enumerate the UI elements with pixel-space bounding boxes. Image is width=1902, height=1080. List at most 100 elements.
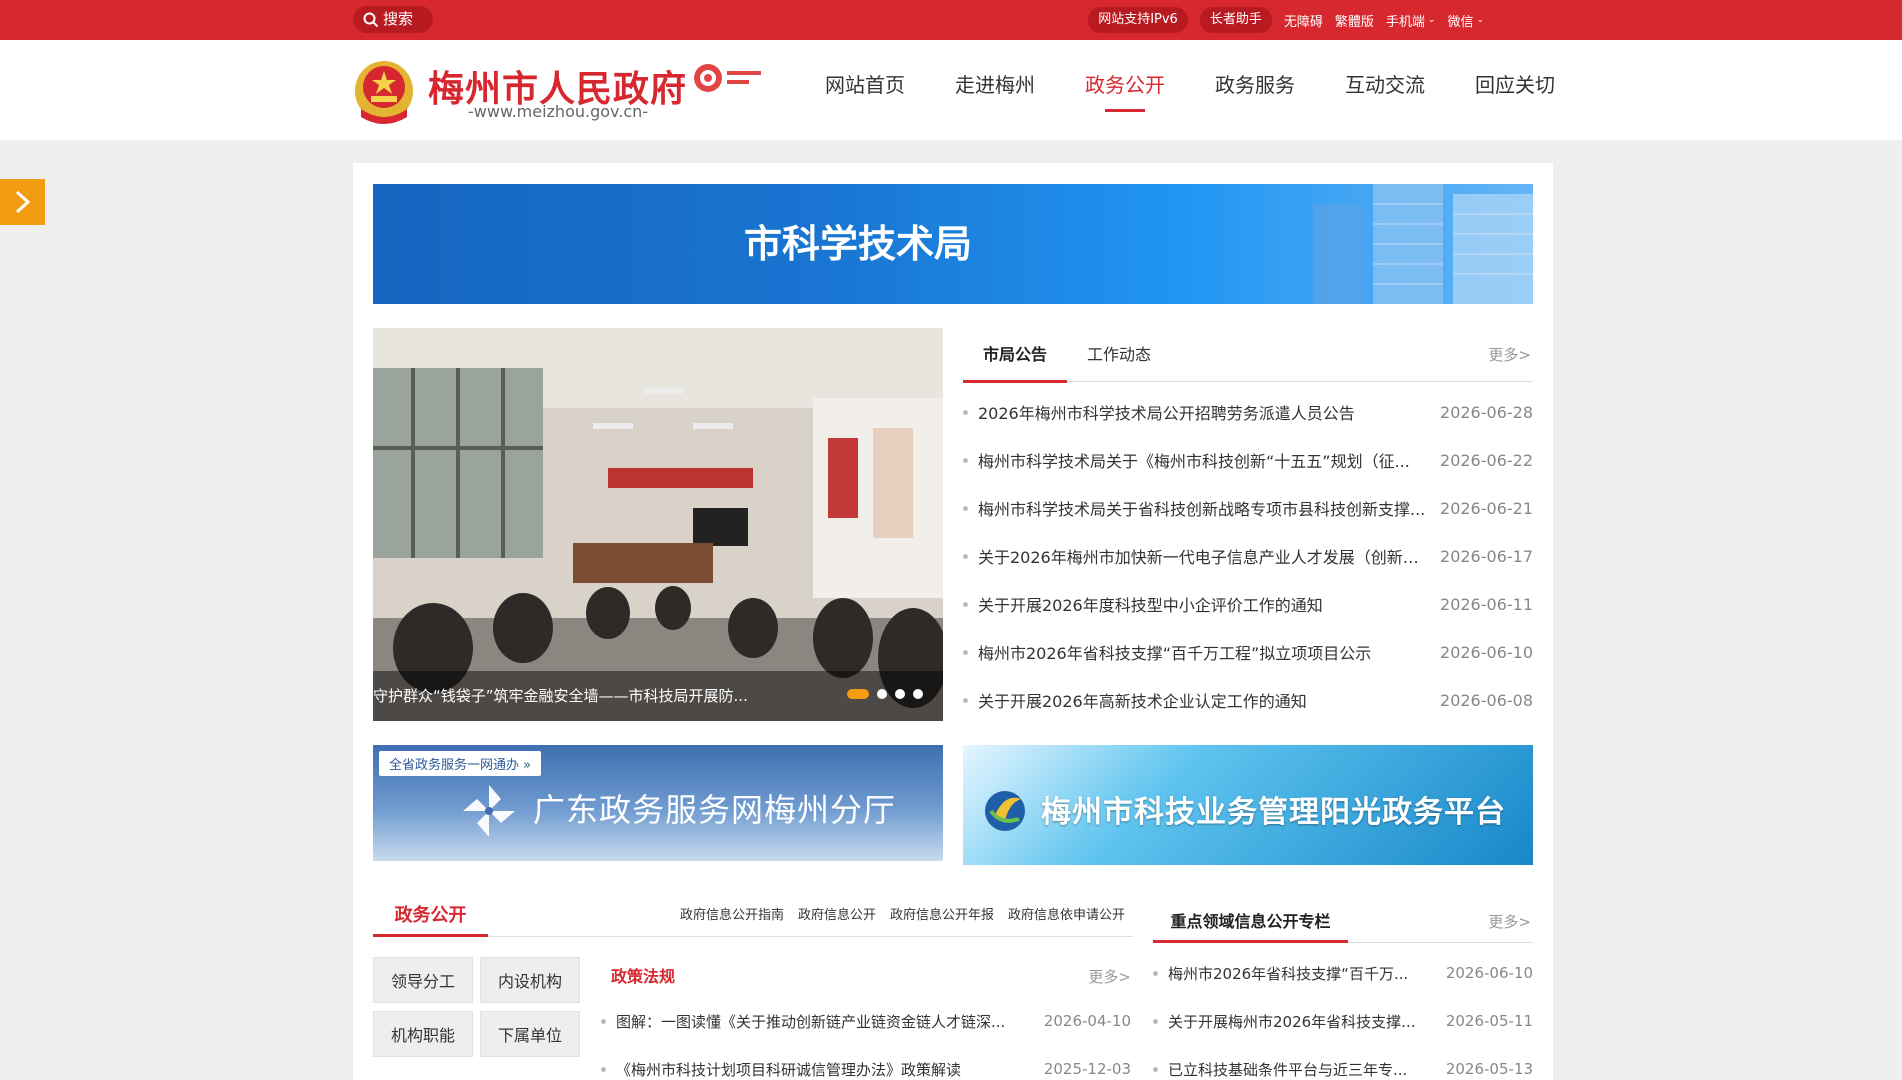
photo-carousel[interactable]: 守护群众“钱袋子”筑牢金融安全墙——市科技局开展防... <box>373 328 943 721</box>
list-item-date: 2026-04-10 <box>1043 1012 1131 1030</box>
functions-button[interactable]: 机构职能 <box>373 1011 473 1057</box>
nav-responses[interactable]: 回应关切 <box>1450 70 1580 116</box>
list-item-title[interactable]: 2026年梅州市科学技术局公开招聘劳务派遣人员公告 <box>978 400 1430 424</box>
bullet-icon <box>963 409 968 415</box>
gov-link-request[interactable]: 政府信息依申请公开 <box>1008 895 1125 937</box>
site-url: -www.meizhou.gov.cn- <box>468 102 649 121</box>
carousel-dot[interactable] <box>895 689 905 699</box>
gov-link-guide[interactable]: 政府信息公开指南 <box>680 895 784 937</box>
policy-list: 图解：一图读懂《关于推动创新链产业链资金链人才链深... 2026-04-10 《… <box>601 997 1131 1080</box>
mobile-dropdown[interactable]: 手机端 ⌄ <box>1386 11 1436 30</box>
meeting-room-photo <box>373 328 943 721</box>
gov-affairs-buttons: 领导分工 内设机构 机构职能 下属单位 <box>373 957 583 1057</box>
list-item-date: 2026-06-21 <box>1440 498 1533 518</box>
list-item-title[interactable]: 关于开展梅州市2026年省科技支撑... <box>1168 1011 1436 1032</box>
list-item-title[interactable]: 《梅州市科技计划项目科研诚信管理办法》政策解读 <box>616 1059 1034 1080</box>
chevron-down-icon: ⌄ <box>1476 15 1484 25</box>
elder-assistant-link[interactable]: 长者助手 <box>1199 7 1272 33</box>
carousel-dot[interactable] <box>847 689 869 699</box>
gov-link-info[interactable]: 政府信息公开 <box>798 895 876 937</box>
tab-bureau-notices[interactable]: 市局公告 <box>963 328 1068 383</box>
gov-affairs-links: 政府信息公开指南 政府信息公开 政府信息公开年报 政府信息依申请公开 <box>680 895 1125 937</box>
carousel-dot[interactable] <box>877 689 887 699</box>
list-item[interactable]: 《梅州市科技计划项目科研诚信管理办法》政策解读 2025-12-03 <box>601 1045 1131 1080</box>
list-item-title[interactable]: 梅州市2026年省科技支撑“百千万工程”拟立项项目公示 <box>978 640 1430 664</box>
list-item[interactable]: 关于2026年梅州市加快新一代电子信息产业人才发展（创新创... 2026-06-… <box>963 532 1533 580</box>
ipv6-badge: 网站支持IPv6 <box>1088 7 1188 33</box>
accessibility-link[interactable]: 无障碍 <box>1284 11 1323 30</box>
bullet-icon <box>1153 970 1158 976</box>
gov-affairs-title[interactable]: 政务公开 <box>373 895 488 937</box>
policy-title[interactable]: 政策法规 <box>601 957 1131 997</box>
internal-departments-button[interactable]: 内设机构 <box>480 957 580 1003</box>
main-nav: 网站首页 走进梅州 政务公开 政务服务 互动交流 回应关切 <box>800 70 1580 116</box>
wechat-dropdown[interactable]: 微信 ⌄ <box>1447 11 1484 30</box>
bullet-icon <box>1153 1018 1158 1024</box>
notice-tabs: 市局公告 工作动态 更多> <box>963 328 1533 383</box>
side-panel-toggle[interactable] <box>0 179 45 225</box>
promo-right-title: 梅州市科技业务管理阳光政务平台 <box>1041 795 1506 830</box>
list-item-title[interactable]: 梅州市科学技术局关于《梅州市科技创新“十五五”规划（征... <box>978 448 1430 472</box>
key-areas-title[interactable]: 重点领域信息公开专栏 <box>1153 895 1348 943</box>
list-item[interactable]: 梅州市科学技术局关于省科技创新战略专项市县科技创新支撑... 2026-06-21 <box>963 484 1533 532</box>
list-item-date: 2025-12-03 <box>1043 1060 1131 1078</box>
traditional-chinese-link[interactable]: 繁體版 <box>1335 11 1374 30</box>
nav-about-meizhou[interactable]: 走进梅州 <box>930 70 1060 116</box>
notice-list: 2026年梅州市科学技术局公开招聘劳务派遣人员公告 2026-06-28 梅州市科… <box>963 382 1533 724</box>
search-button[interactable]: 搜索 <box>353 6 433 33</box>
bullet-icon <box>1153 1066 1158 1072</box>
bullet-icon <box>601 1018 606 1024</box>
list-item[interactable]: 梅州市2026年省科技支撑“百千万... 2026-06-10 <box>1153 949 1533 997</box>
list-item[interactable]: 梅州市2026年省科技支撑“百千万工程”拟立项项目公示 2026-06-10 <box>963 628 1533 676</box>
list-item-title[interactable]: 梅州市2026年省科技支撑“百千万... <box>1168 963 1436 984</box>
main-panel: 市科学技术局 守护群众“钱袋子”筑牢金融安全墙——市科技局开展防... 市局公告… <box>353 163 1553 1080</box>
national-emblem-icon[interactable] <box>353 59 415 127</box>
list-item[interactable]: 关于开展梅州市2026年省科技支撑... 2026-05-11 <box>1153 997 1533 1045</box>
list-item-date: 2026-06-17 <box>1440 546 1533 566</box>
wechat-label: 微信 <box>1447 14 1474 30</box>
list-item[interactable]: 梅州市科学技术局关于《梅州市科技创新“十五五”规划（征... 2026-06-22 <box>963 436 1533 484</box>
gd-gov-service-banner[interactable]: 全省政务服务一网通办 » 广东政务服务网梅州分厅 <box>373 745 943 861</box>
gov-affairs-header: 政务公开 政府信息公开指南 政府信息公开 政府信息公开年报 政府信息依申请公开 <box>373 895 1133 937</box>
tech-platform-banner[interactable]: 梅州市科技业务管理阳光政务平台 <box>963 745 1533 865</box>
list-item[interactable]: 图解：一图读懂《关于推动创新链产业链资金链人才链深... 2026-04-10 <box>601 997 1131 1045</box>
list-item-title[interactable]: 已立科技基础条件平台与近三年专... <box>1168 1059 1436 1080</box>
bullet-icon <box>963 553 968 559</box>
department-banner: 市科学技术局 <box>373 184 1533 304</box>
list-item-date: 2026-06-08 <box>1440 690 1533 710</box>
key-areas-more-link[interactable]: 更多> <box>1488 895 1531 949</box>
nav-gov-affairs-open[interactable]: 政务公开 <box>1060 70 1190 116</box>
leadership-button[interactable]: 领导分工 <box>373 957 473 1003</box>
promo-left-title: 广东政务服务网梅州分厅 <box>533 791 897 829</box>
list-item[interactable]: 已立科技基础条件平台与近三年专... 2026-05-13 <box>1153 1045 1533 1080</box>
notice-more-link[interactable]: 更多> <box>1488 328 1531 382</box>
list-item-title[interactable]: 图解：一图读懂《关于推动创新链产业链资金链人才链深... <box>616 1011 1034 1032</box>
nav-gov-services[interactable]: 政务服务 <box>1190 70 1320 116</box>
chevron-down-icon: ⌄ <box>1427 15 1436 25</box>
policy-more-link[interactable]: 更多> <box>1088 957 1131 997</box>
key-areas-list: 梅州市2026年省科技支撑“百千万... 2026-06-10 关于开展梅州市20… <box>1153 943 1533 1080</box>
bullet-icon <box>963 505 968 511</box>
list-item-title[interactable]: 梅州市科学技术局关于省科技创新战略专项市县科技创新支撑... <box>978 496 1430 520</box>
department-title: 市科学技术局 <box>743 222 972 266</box>
search-label: 搜索 <box>383 10 414 28</box>
list-item-date: 2026-06-28 <box>1440 402 1533 422</box>
list-item[interactable]: 关于开展2026年高新技术企业认定工作的通知 2026-06-08 <box>963 676 1533 724</box>
list-item-title[interactable]: 关于2026年梅州市加快新一代电子信息产业人才发展（创新创... <box>978 544 1430 568</box>
list-item-title[interactable]: 关于开展2026年高新技术企业认定工作的通知 <box>978 688 1430 712</box>
meizhou-logo-icon <box>694 64 761 92</box>
list-item[interactable]: 关于开展2026年度科技型中小企评价工作的通知 2026-06-11 <box>963 580 1533 628</box>
list-item-title[interactable]: 关于开展2026年度科技型中小企评价工作的通知 <box>978 592 1430 616</box>
key-areas-header: 重点领域信息公开专栏 更多> <box>1153 895 1533 943</box>
nav-home[interactable]: 网站首页 <box>800 70 930 116</box>
list-item-date: 2026-06-10 <box>1440 642 1533 662</box>
subordinate-units-button[interactable]: 下属单位 <box>480 1011 580 1057</box>
gov-link-annual-report[interactable]: 政府信息公开年报 <box>890 895 994 937</box>
policy-section: 政策法规 更多> 图解：一图读懂《关于推动创新链产业链资金链人才链深... 202… <box>601 957 1131 1080</box>
top-links: 网站支持IPv6 长者助手 无障碍 繁體版 手机端 ⌄ 微信 ⌄ <box>1088 7 1484 33</box>
policy-header: 政策法规 更多> <box>601 957 1131 997</box>
tab-work-updates[interactable]: 工作动态 <box>1067 328 1171 382</box>
carousel-dot[interactable] <box>913 689 923 699</box>
nav-interaction[interactable]: 互动交流 <box>1320 70 1450 116</box>
list-item[interactable]: 2026年梅州市科学技术局公开招聘劳务派遣人员公告 2026-06-28 <box>963 388 1533 436</box>
